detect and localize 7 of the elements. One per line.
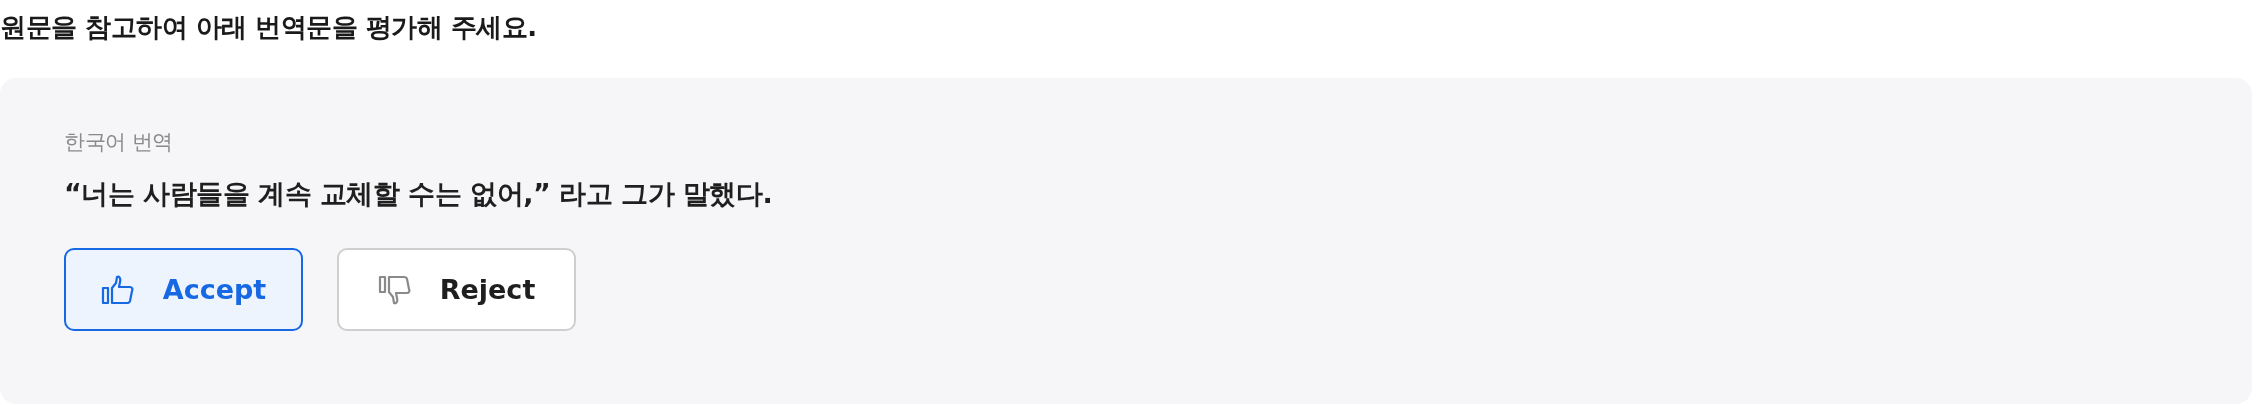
instruction-text: 원문을 참고하여 아래 번역문을 평가해 주세요. <box>0 11 538 44</box>
translation-text: “너는 사람들을 계속 교체할 수는 없어,” 라고 그가 말했다. <box>64 177 773 211</box>
thumbs-up-icon <box>100 274 135 305</box>
section-label: 한국어 번역 <box>64 129 173 156</box>
reject-button[interactable]: Reject <box>337 248 576 331</box>
accept-button[interactable]: Accept <box>64 248 303 331</box>
thumbs-down-icon <box>377 274 412 305</box>
